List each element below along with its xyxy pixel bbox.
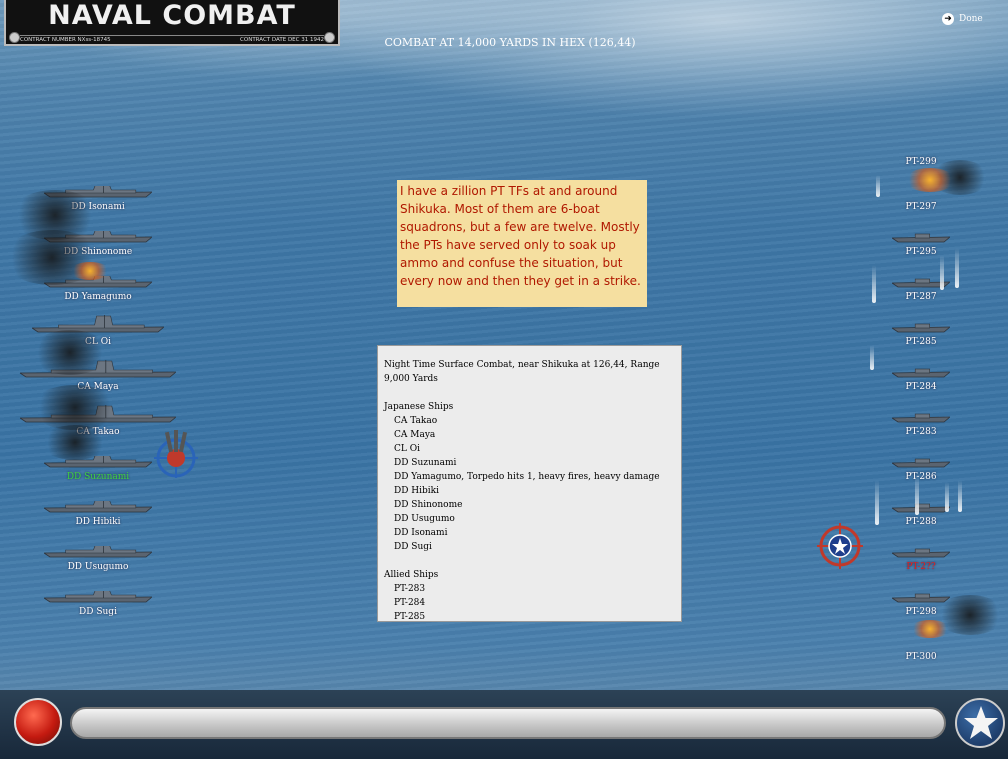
japanese-ship-label: DD Isonami [71,202,125,212]
contract-number: CONTRACT NUMBER NXss-18745 [20,37,111,43]
report-ship-line: CL Oi [394,444,420,454]
combat-report-panel[interactable]: Night Time Surface Combat, near Shikuka … [377,345,682,622]
pt-boat-sprite[interactable] [892,366,950,378]
done-label: Done [959,14,983,24]
japanese-ship-label: DD Hibiki [75,517,121,527]
crosshair-gun-icon [152,428,200,482]
japanese-ship-sprite[interactable] [44,231,152,243]
red-button-icon[interactable] [14,698,62,746]
fire-effect [905,168,955,192]
japanese-ship-label: DD Usugumo [67,562,129,572]
water-splash [872,265,876,303]
allied-ship-label: PT-2?? [906,562,936,572]
report-ship-line: PT-283 [394,584,426,594]
pt-boat-sprite[interactable] [892,501,950,513]
japanese-ship-sprite[interactable] [44,186,152,198]
pt-boat-sprite[interactable] [892,231,950,243]
pt-boat-sprite[interactable] [892,276,950,288]
japanese-ship-sprite[interactable] [44,591,152,603]
allied-ship-label: PT-295 [905,247,937,257]
allied-ship-label: PT-284 [905,382,937,392]
pt-boat-sprite[interactable] [892,321,950,333]
logo-title: NAVAL COMBAT [48,0,296,31]
report-ship-line: DD Shinonome [394,500,463,510]
allied-ship-label: PT-297 [905,202,937,212]
allied-ship-label: PT-288 [905,517,937,527]
japanese-ship-sprite[interactable] [44,501,152,513]
contract-date: CONTRACT DATE DEC 31 1942 [240,37,324,43]
pt-boat-sprite[interactable] [892,456,950,468]
combat-title: COMBAT AT 14,000 YARDS IN HEX (126,44) [384,36,636,49]
report-ship-line: DD Usugumo [394,514,455,524]
allied-ship-list: PT-283PT-284PT-285PT-286 [384,582,675,622]
japanese-ship-sprite[interactable] [44,456,152,468]
japanese-ship-label: DD Shinonome [63,247,133,257]
done-button[interactable]: ➜ Done [942,13,983,25]
japanese-ship-label: CA Takao [76,427,120,437]
japanese-ship-label: DD Yamagumo [64,292,132,302]
japanese-ship-list: CA Takao CA Maya CL Oi DD Suzunami DD Yamagu… [384,414,675,554]
japanese-ship-label: CL Oi [85,337,111,347]
report-ship-line: CA Maya [394,430,436,440]
report-ship-line: DD Suzunami [394,458,457,468]
commentary-note: I have a zillion PT TFs at and around Sh… [397,180,647,307]
allied-ship-label: PT-283 [905,427,937,437]
allied-ship-label: PT-287 [905,292,937,302]
japanese-ship-label: DD Suzunami [66,472,130,482]
pt-boat-sprite[interactable] [892,546,950,558]
allied-heading: Allied Ships [384,570,439,580]
rivet-icon [324,32,335,43]
report-ship-line: CA Takao [394,416,438,426]
water-splash [875,480,879,525]
pt-boat-sprite[interactable] [892,411,950,423]
report-ship-line: DD Yamagumo, Torpedo hits 1, heavy fires… [394,472,660,482]
japanese-ship-label: CA Maya [77,382,119,392]
white-star-icon[interactable] [955,698,1005,748]
report-header: Night Time Surface Combat, near Shikuka … [384,360,660,384]
allied-ship-label: PT-298 [905,607,937,617]
allied-ship-label: PT-299 [905,157,937,167]
report-ship-line: DD Sugi [394,542,432,552]
report-ship-line: DD Isonami [394,528,448,538]
japanese-ship-sprite[interactable] [44,276,152,288]
allied-ship-label: PT-300 [905,652,937,662]
crosshair-star-icon [817,523,863,573]
naval-combat-logo: NAVAL COMBAT CONTRACT NUMBER NXss-18745 … [4,0,340,46]
japanese-ship-sprite[interactable] [44,546,152,558]
japanese-ship-label: DD Sugi [79,607,117,617]
combat-progress-bar [70,707,946,739]
report-ship-line: PT-284 [394,598,426,608]
water-splash [870,345,874,370]
allied-ship-label: PT-285 [905,337,937,347]
japanese-heading: Japanese Ships [384,402,454,412]
japanese-ship-sprite[interactable] [20,405,176,423]
water-splash [876,175,880,197]
allied-ship-label: PT-286 [905,472,937,482]
logo-subtitle: CONTRACT NUMBER NXss-18745 CONTRACT DATE… [20,35,324,45]
report-ship-line: DD Hibiki [394,486,439,496]
arrow-circle-icon: ➜ [942,13,954,25]
water-splash [958,480,962,512]
pt-boat-sprite[interactable] [892,591,950,603]
fire-effect [910,620,950,638]
japanese-ship-sprite[interactable] [32,315,164,333]
rivet-icon [9,32,20,43]
report-ship-line: PT-285 [394,612,426,622]
japanese-ship-sprite[interactable] [20,360,176,378]
